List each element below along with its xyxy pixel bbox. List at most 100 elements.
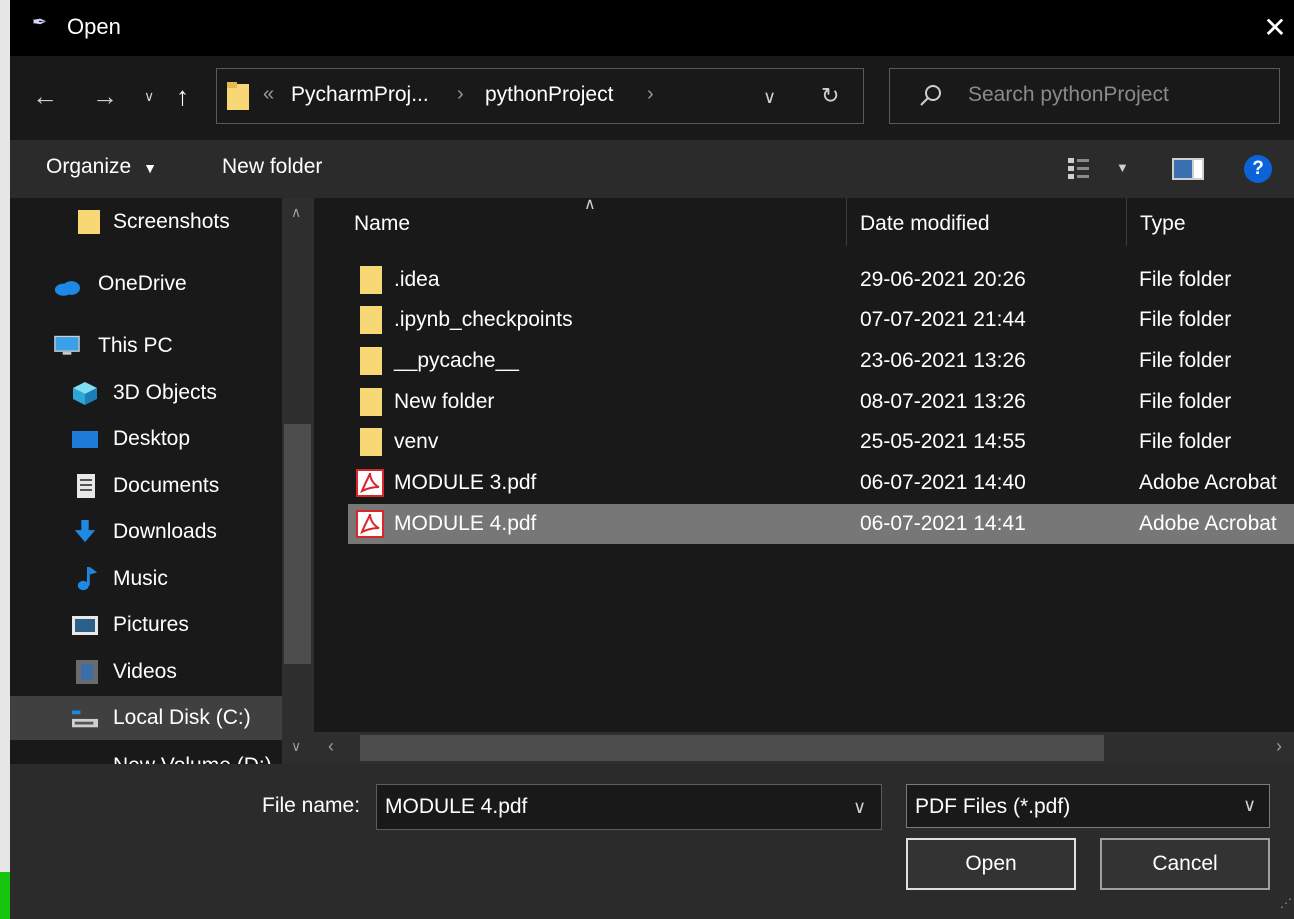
new-folder-button[interactable]: New folder — [222, 155, 322, 179]
help-icon: ? — [1252, 158, 1264, 179]
nav-item-videos[interactable]: Videos — [10, 650, 282, 694]
file-name: .idea — [394, 268, 440, 291]
view-dropdown-icon[interactable]: ▼ — [1116, 160, 1129, 175]
column-header-type[interactable]: Type — [1140, 212, 1186, 236]
file-name-dropdown-icon[interactable]: ∨ — [853, 797, 866, 818]
nav-item-label: 3D Objects — [113, 381, 217, 404]
recent-locations-button[interactable]: ∨ — [144, 80, 154, 112]
table-row[interactable]: .ipynb_checkpoints 07-07-2021 21:44 File… — [348, 300, 1294, 340]
nav-item-documents[interactable]: Documents — [10, 464, 282, 508]
scroll-down-icon[interactable]: ∨ — [291, 738, 301, 755]
up-button[interactable]: ↑ — [176, 80, 189, 112]
window-title: Open — [67, 14, 121, 39]
nav-item-local-disk-c[interactable]: Local Disk (C:) — [10, 696, 282, 740]
navigation-scrollbar[interactable]: ∧ ∨ — [282, 198, 314, 764]
file-type: Adobe Acrobat — [1139, 471, 1277, 494]
address-overflow[interactable]: « — [263, 83, 274, 106]
file-name: __pycache__ — [394, 349, 519, 372]
file-name-value: MODULE 4.pdf — [385, 795, 528, 818]
table-row[interactable]: MODULE 3.pdf 06-07-2021 14:40 Adobe Acro… — [348, 463, 1294, 503]
nav-item-new-volume-d[interactable]: New Volume (D:) — [10, 744, 282, 764]
column-header-date-modified[interactable]: Date modified — [860, 212, 990, 236]
table-row-selected[interactable]: MODULE 4.pdf 06-07-2021 14:41 Adobe Acro… — [348, 504, 1294, 544]
address-bar[interactable]: « PycharmProj... › pythonProject › ∨ ↻ — [216, 68, 864, 124]
nav-item-label: Desktop — [113, 427, 191, 450]
file-name-label: File name: — [262, 794, 361, 817]
file-type: File folder — [1139, 390, 1232, 413]
preview-pane-icon[interactable] — [1172, 158, 1204, 180]
table-row[interactable]: New folder 08-07-2021 13:26 File folder — [348, 382, 1294, 422]
drive-icon — [72, 754, 98, 764]
scrollbar-thumb[interactable] — [284, 424, 311, 664]
file-name: MODULE 4.pdf — [394, 512, 537, 535]
folder-icon — [227, 82, 249, 110]
file-name: .ipynb_checkpoints — [394, 308, 573, 331]
file-list: ∧ Name Date modified Type .idea 29-06-20… — [314, 198, 1294, 764]
scroll-up-icon[interactable]: ∧ — [291, 204, 301, 221]
back-button[interactable]: ← — [32, 80, 58, 112]
nav-item-label: Pictures — [113, 613, 189, 636]
folder-icon — [360, 428, 382, 456]
horizontal-scrollbar[interactable]: ‹ › — [314, 732, 1294, 764]
file-type-filter[interactable]: PDF Files (*.pdf) ∨ — [906, 784, 1270, 828]
file-date: 07-07-2021 21:44 — [860, 308, 1026, 331]
computer-icon — [54, 335, 80, 355]
nav-item-label: Local Disk (C:) — [113, 706, 251, 729]
file-type: File folder — [1139, 268, 1232, 291]
sort-ascending-icon: ∧ — [584, 198, 596, 213]
file-date: 06-07-2021 14:41 — [860, 512, 1026, 535]
scrollbar-thumb[interactable] — [360, 735, 1104, 761]
nav-item-screenshots[interactable]: Screenshots — [10, 200, 282, 244]
nav-item-downloads[interactable]: Downloads — [10, 510, 282, 554]
scroll-right-icon[interactable]: › — [1276, 736, 1282, 757]
toolbar: Organize ▼ New folder ▼ ? — [10, 140, 1294, 198]
breadcrumb-pythonproject[interactable]: pythonProject — [485, 83, 613, 107]
nav-item-pictures[interactable]: Pictures — [10, 603, 282, 647]
scroll-left-icon[interactable]: ‹ — [328, 736, 334, 757]
help-button[interactable]: ? — [1244, 155, 1272, 183]
column-divider[interactable] — [846, 198, 847, 246]
nav-item-desktop[interactable]: Desktop — [10, 417, 282, 461]
file-type-filter-value: PDF Files (*.pdf) — [915, 795, 1071, 818]
breadcrumb-separator: › — [457, 83, 464, 105]
videos-icon — [76, 660, 98, 684]
open-button[interactable]: Open — [906, 838, 1076, 890]
nav-item-this-pc[interactable]: This PC — [10, 324, 282, 368]
table-row[interactable]: venv 25-05-2021 14:55 File folder — [348, 422, 1294, 462]
nav-item-3d-objects[interactable]: 3D Objects — [10, 371, 282, 415]
file-date: 08-07-2021 13:26 — [860, 390, 1026, 413]
breadcrumb-pycharmprojects[interactable]: PycharmProj... — [291, 83, 429, 107]
search-input[interactable]: Search pythonProject — [968, 83, 1169, 107]
folder-icon — [360, 388, 382, 416]
download-icon — [74, 520, 96, 543]
column-header-name[interactable]: Name — [354, 212, 410, 236]
close-button[interactable]: ✕ — [1256, 8, 1294, 48]
forward-button[interactable]: → — [92, 80, 118, 112]
address-dropdown-icon[interactable]: ∨ — [763, 87, 776, 108]
view-options-icon[interactable] — [1068, 158, 1098, 180]
pdf-icon — [356, 510, 384, 538]
pictures-icon — [72, 616, 98, 635]
organize-button[interactable]: Organize ▼ — [46, 155, 157, 179]
refresh-icon[interactable]: ↻ — [821, 83, 839, 109]
document-icon — [77, 474, 95, 498]
file-date: 25-05-2021 14:55 — [860, 430, 1026, 453]
file-name-input[interactable]: MODULE 4.pdf ∨ — [376, 784, 882, 830]
table-row[interactable]: __pycache__ 23-06-2021 13:26 File folder — [348, 341, 1294, 381]
search-box[interactable]: Search pythonProject — [889, 68, 1280, 124]
resize-grip-icon[interactable]: ⋰ — [1280, 896, 1292, 910]
column-divider[interactable] — [1126, 198, 1127, 246]
table-row[interactable]: .idea 29-06-2021 20:26 File folder — [348, 260, 1294, 300]
desktop-icon — [72, 431, 98, 448]
file-type: Adobe Acrobat — [1139, 512, 1277, 535]
nav-item-music[interactable]: Music — [10, 557, 282, 601]
organize-label: Organize — [46, 155, 132, 178]
folder-icon — [360, 306, 382, 334]
caret-down-icon: ▼ — [143, 160, 157, 176]
nav-item-onedrive[interactable]: OneDrive — [10, 262, 282, 306]
close-icon: ✕ — [1263, 12, 1287, 43]
filter-dropdown-icon[interactable]: ∨ — [1243, 795, 1256, 816]
file-type: File folder — [1139, 349, 1232, 372]
cancel-button[interactable]: Cancel — [1100, 838, 1270, 890]
nav-item-label: Videos — [113, 660, 177, 683]
